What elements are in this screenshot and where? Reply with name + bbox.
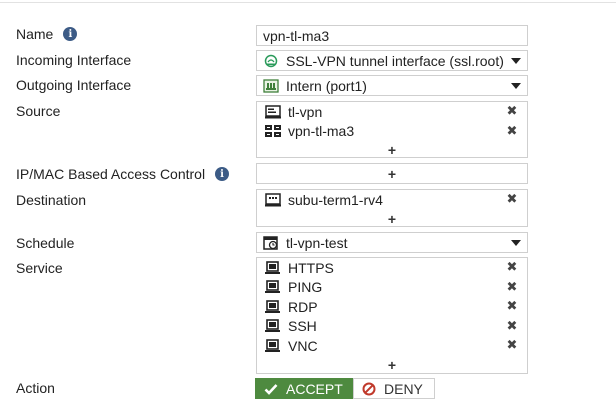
- tunnel-interface-icon: [263, 54, 279, 68]
- deny-button[interactable]: DENY: [353, 378, 435, 399]
- name-label: Name i: [16, 26, 78, 42]
- source-label: Source: [16, 103, 61, 119]
- service-list: HTTPS ✖ PING ✖ RDP ✖ SSH ✖ VNC ✖ +: [256, 257, 528, 374]
- plus-icon[interactable]: +: [257, 141, 527, 159]
- destination-label: Destination: [16, 192, 87, 208]
- close-icon[interactable]: ✖: [505, 104, 519, 119]
- user-group-icon: [265, 124, 281, 138]
- info-icon[interactable]: i: [63, 27, 78, 41]
- list-item: tl-vpn ✖: [257, 102, 527, 122]
- plus-icon[interactable]: +: [257, 356, 527, 374]
- deny-icon: [362, 382, 376, 396]
- top-divider: [0, 2, 616, 3]
- info-icon[interactable]: i: [215, 167, 230, 181]
- close-icon[interactable]: ✖: [505, 319, 519, 334]
- close-icon[interactable]: ✖: [505, 338, 519, 353]
- schedule-icon: [263, 235, 279, 250]
- user-icon: [265, 105, 281, 119]
- outgoing-interface-select[interactable]: Intern (port1): [256, 75, 528, 96]
- accept-button[interactable]: ACCEPT: [255, 378, 353, 399]
- service-monitor-icon: [265, 260, 281, 275]
- address-icon: [265, 193, 281, 207]
- close-icon[interactable]: ✖: [505, 260, 519, 275]
- list-item: SSH ✖: [257, 317, 527, 337]
- close-icon[interactable]: ✖: [505, 280, 519, 295]
- list-item: subu-term1-rv4 ✖: [257, 190, 527, 210]
- checkmark-icon: [264, 383, 278, 395]
- service-monitor-icon: [265, 280, 281, 294]
- close-icon[interactable]: ✖: [505, 124, 519, 139]
- ipmac-label: IP/MAC Based Access Control i: [16, 166, 230, 182]
- ipmac-add-field[interactable]: +: [256, 163, 528, 184]
- close-icon[interactable]: ✖: [505, 299, 519, 314]
- destination-list: subu-term1-rv4 ✖ +: [256, 189, 528, 227]
- list-item: VNC ✖: [257, 336, 527, 356]
- action-label: Action: [16, 380, 55, 396]
- incoming-interface-label: Incoming Interface: [16, 52, 132, 68]
- incoming-interface-select[interactable]: SSL-VPN tunnel interface (ssl.root): [256, 50, 528, 71]
- service-monitor-icon: [265, 299, 281, 314]
- name-input[interactable]: vpn-tl-ma3: [256, 25, 528, 46]
- list-item: RDP ✖: [257, 297, 527, 317]
- service-label: Service: [16, 260, 63, 276]
- source-list: tl-vpn ✖ vpn-tl-ma3 ✖ +: [256, 101, 528, 158]
- chevron-down-icon: [511, 82, 521, 89]
- schedule-select[interactable]: tl-vpn-test: [256, 232, 528, 253]
- outgoing-interface-label: Outgoing Interface: [16, 77, 132, 93]
- chevron-down-icon: [511, 239, 521, 246]
- network-port-icon: [263, 78, 279, 93]
- list-item: vpn-tl-ma3 ✖: [257, 122, 527, 142]
- schedule-label: Schedule: [16, 235, 75, 251]
- service-monitor-icon: [265, 319, 281, 333]
- list-item: PING ✖: [257, 278, 527, 298]
- service-monitor-icon: [265, 338, 281, 353]
- close-icon[interactable]: ✖: [505, 192, 519, 207]
- action-toggle: ACCEPT DENY: [255, 378, 435, 399]
- list-item: HTTPS ✖: [257, 258, 527, 278]
- chevron-down-icon: [511, 57, 521, 64]
- plus-icon[interactable]: +: [257, 210, 527, 228]
- plus-icon[interactable]: +: [257, 164, 527, 183]
